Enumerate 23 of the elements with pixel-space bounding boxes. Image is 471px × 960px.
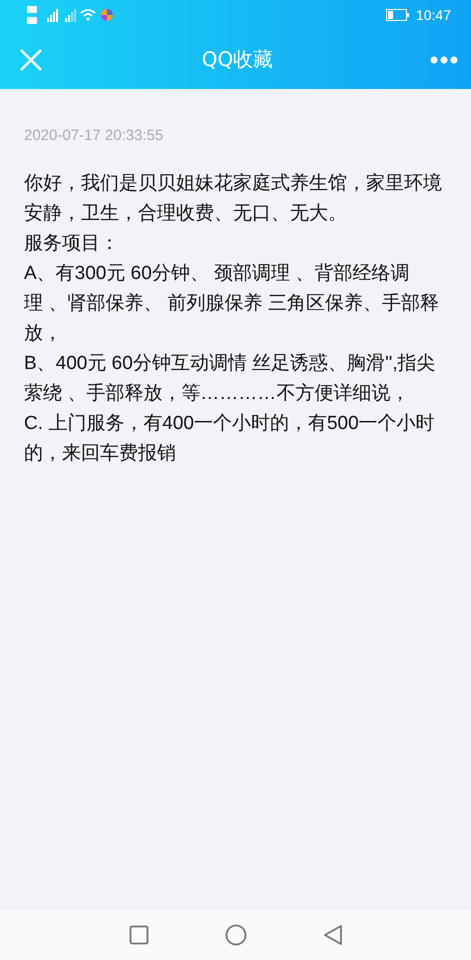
battery-icon bbox=[386, 9, 410, 21]
clock-time: 10:47 bbox=[416, 7, 451, 23]
wifi-icon bbox=[80, 9, 96, 20]
note-text-line: A、有300元 60分钟、 颈部调理 、背部经络调 bbox=[24, 262, 410, 286]
note-text-line: 放， bbox=[24, 322, 62, 346]
note-text-line: B、400元 60分钟互动调情 丝足诱惑、胸滑'',指尖 bbox=[24, 352, 436, 376]
note-text-line: C. 上门服务，有400一个小时的，有500一个小时 bbox=[24, 412, 435, 436]
signal-icon bbox=[47, 9, 58, 22]
recent-apps-button[interactable] bbox=[128, 925, 148, 945]
note-text-line: 你好，我们是贝贝姐妹花家庭式养生馆，家里环境 bbox=[24, 172, 442, 196]
close-icon bbox=[19, 48, 43, 72]
note-date: 2020-07-17 20:33:55 bbox=[24, 127, 164, 144]
signal-icon bbox=[65, 9, 76, 22]
page-title: QQ收藏 bbox=[202, 46, 274, 73]
note-text-line: 服务项目： bbox=[24, 232, 119, 256]
more-icon bbox=[430, 56, 458, 64]
note-text-line: 的，来回车费报销 bbox=[24, 442, 176, 466]
note-text-line: 安静，卫生，合理收费、无口、无大。 bbox=[24, 202, 347, 226]
back-button[interactable] bbox=[322, 924, 342, 946]
note-text-line: 理 、肾部保养、 前列腺保养 三角区保养、手部释 bbox=[24, 292, 439, 316]
home-button[interactable] bbox=[224, 924, 246, 946]
note-text-line: 萦绕 、手部释放，等…………不方便详细说， bbox=[24, 382, 410, 406]
app-logo-icon bbox=[101, 9, 113, 21]
